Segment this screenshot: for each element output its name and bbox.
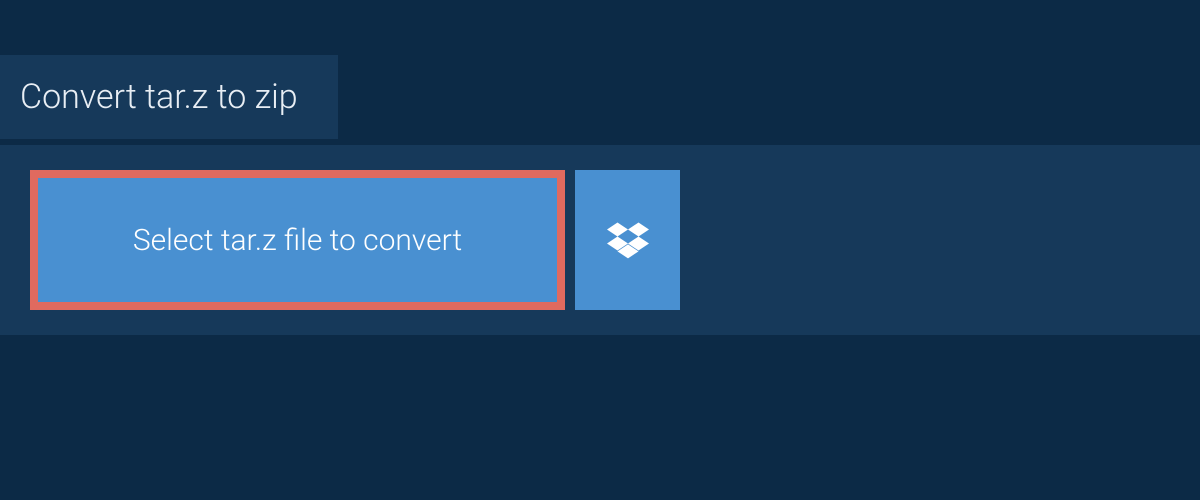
dropbox-icon bbox=[607, 219, 649, 261]
page-title: Convert tar.z to zip bbox=[0, 55, 338, 139]
dropbox-button[interactable] bbox=[575, 170, 680, 310]
select-file-button-label: Select tar.z file to convert bbox=[133, 223, 462, 258]
select-file-button[interactable]: Select tar.z file to convert bbox=[30, 170, 565, 310]
page-title-text: Convert tar.z to zip bbox=[20, 77, 298, 117]
upload-panel: Select tar.z file to convert bbox=[0, 145, 1200, 335]
button-group: Select tar.z file to convert bbox=[30, 170, 680, 310]
